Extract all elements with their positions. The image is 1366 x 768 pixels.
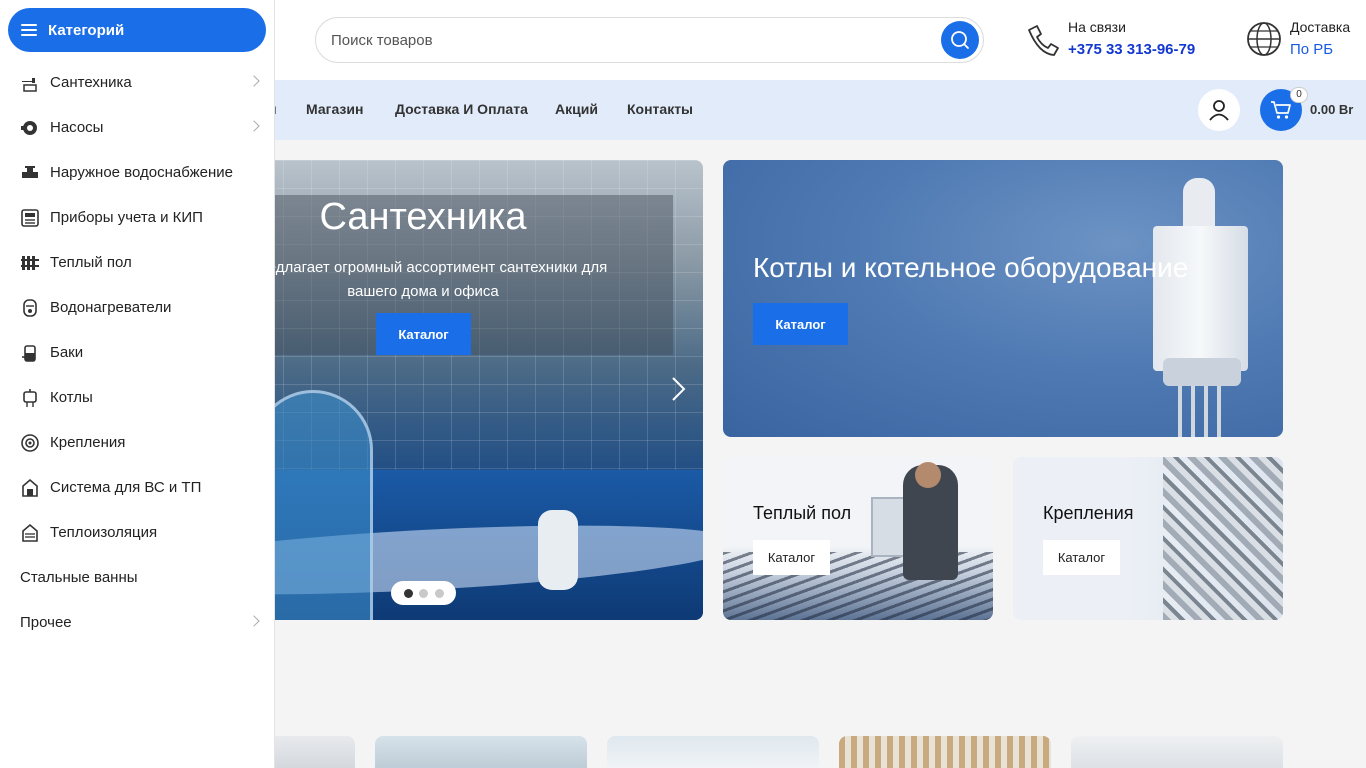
sidebar-item-label: Крепления	[50, 434, 126, 451]
delivery-block: Доставка По РБ	[1244, 16, 1350, 62]
sidebar-item-other[interactable]: Прочее	[0, 600, 275, 645]
cart-count-badge: 0	[1290, 87, 1308, 103]
boiler-control-panel-image	[1163, 358, 1241, 386]
sidebar-item-label: Приборы учета и КИП	[50, 209, 203, 226]
search-icon	[951, 31, 969, 49]
user-icon	[1209, 100, 1229, 121]
slider-pagination	[391, 581, 456, 605]
sidebar-item-label: Насосы	[50, 119, 104, 136]
sidebar-item-fasteners[interactable]: Крепления	[0, 420, 275, 465]
sidebar-item-label: Наружное водоснабжение	[50, 164, 234, 181]
chevron-right-icon	[248, 615, 260, 627]
fasteners-banner[interactable]	[1013, 457, 1283, 620]
phone-icon	[1022, 19, 1062, 59]
contact-label: На связи	[1068, 19, 1126, 35]
bolts-image	[1163, 457, 1283, 620]
fastener-icon	[20, 433, 40, 453]
boiler-banner[interactable]	[723, 160, 1283, 437]
sidebar-item-pumps[interactable]: Насосы	[0, 105, 275, 150]
categories-toggle-button[interactable]: Категорий	[8, 8, 266, 52]
boiler-catalog-button[interactable]: Каталог	[753, 303, 848, 345]
faucet-icon	[20, 73, 40, 93]
chevron-right-icon	[248, 75, 260, 87]
nav-item-promotions[interactable]: Акций	[555, 101, 598, 117]
sidebar-item-floor-heating[interactable]: Теплый пол	[0, 240, 275, 285]
search-input[interactable]	[331, 18, 931, 62]
nav-item-shop[interactable]: Магазин	[306, 101, 363, 117]
chevron-right-icon	[248, 120, 260, 132]
boiler-icon	[20, 388, 40, 408]
sidebar-item-water-heaters[interactable]: Водонагреватели	[0, 285, 275, 330]
sidebar-item-meters[interactable]: Приборы учета и КИП	[0, 195, 275, 240]
water-supply-icon	[20, 163, 40, 183]
boiler-pipe-image	[1183, 178, 1215, 228]
fasteners-catalog-button[interactable]: Каталог	[1043, 540, 1120, 575]
search-box	[315, 17, 984, 63]
contact-phone-link[interactable]: +375 33 313-96-79	[1068, 38, 1195, 62]
cart-total: 0.00 Br	[1310, 102, 1354, 117]
tank-icon	[20, 343, 40, 363]
delivery-label: Доставка	[1290, 19, 1351, 35]
sidebar-item-label: Прочее	[20, 614, 72, 631]
account-button[interactable]	[1198, 89, 1240, 131]
cart-icon	[1271, 101, 1291, 119]
installer-head-image	[915, 462, 941, 488]
boiler-banner-title: Котлы и котельное оборудование	[753, 252, 1189, 283]
fasteners-title: Крепления	[1043, 503, 1134, 523]
floor-heating-catalog-button[interactable]: Каталог	[753, 540, 830, 575]
water-heater-image	[538, 510, 578, 590]
pipe-system-icon	[20, 478, 40, 498]
insulation-icon	[20, 523, 40, 543]
slider-dot-2[interactable]	[419, 588, 428, 598]
slider-dot-1[interactable]	[403, 588, 413, 598]
sidebar-item-label: Водонагреватели	[50, 299, 172, 316]
boiler-pipes-image	[1178, 386, 1228, 437]
category-sidebar: Категорий Сантехника Насосы Наружное вод…	[0, 0, 275, 768]
floor-heating-banner[interactable]	[723, 457, 993, 620]
sidebar-item-label: Котлы	[50, 389, 93, 406]
sidebar-item-label: Баки	[50, 344, 84, 361]
radiator-icon	[20, 253, 40, 273]
water-heater-icon	[20, 298, 40, 318]
floor-heating-title: Теплый пол	[753, 503, 852, 523]
sidebar-item-label: Система для ВС и ТП	[50, 479, 202, 496]
pump-icon	[20, 118, 40, 138]
sidebar-item-plumbing[interactable]: Сантехника	[0, 60, 275, 105]
delivery-link[interactable]: По РБ	[1290, 38, 1350, 62]
slide-catalog-button[interactable]: Каталог	[376, 313, 471, 355]
sidebar-item-tanks[interactable]: Баки	[0, 330, 275, 375]
categories-toggle-label: Категорий	[48, 21, 125, 39]
sidebar-item-label: Теплоизоляция	[50, 524, 158, 541]
product-card[interactable]	[1071, 736, 1283, 768]
nav-item-delivery[interactable]: Доставка И Оплата	[395, 101, 528, 117]
sidebar-item-label: Теплый пол	[50, 254, 132, 271]
meter-icon	[20, 208, 40, 228]
contact-block: На связи +375 33 313-96-79	[1022, 16, 1195, 62]
sidebar-item-boilers[interactable]: Котлы	[0, 375, 275, 420]
product-card[interactable]	[375, 736, 587, 768]
sidebar-item-label: Стальные ванны	[20, 569, 138, 586]
sidebar-item-insulation[interactable]: Теплоизоляция	[0, 510, 275, 555]
nav-item-contacts[interactable]: Контакты	[627, 101, 693, 117]
globe-icon	[1244, 19, 1284, 59]
product-card[interactable]	[839, 736, 1051, 768]
sidebar-item-pipe-systems[interactable]: Система для ВС и ТП	[0, 465, 275, 510]
next-arrow-icon[interactable]	[668, 376, 688, 402]
product-card[interactable]	[607, 736, 819, 768]
boiler-image	[1153, 226, 1248, 371]
menu-icon	[21, 24, 37, 36]
sidebar-item-label: Сантехника	[50, 74, 132, 91]
sidebar-item-outdoor-water[interactable]: Наружное водоснабжение	[0, 150, 275, 195]
search-button[interactable]	[941, 21, 979, 59]
slider-dot-3[interactable]	[434, 588, 444, 598]
sidebar-item-steel-baths[interactable]: Стальные ванны	[0, 555, 275, 600]
